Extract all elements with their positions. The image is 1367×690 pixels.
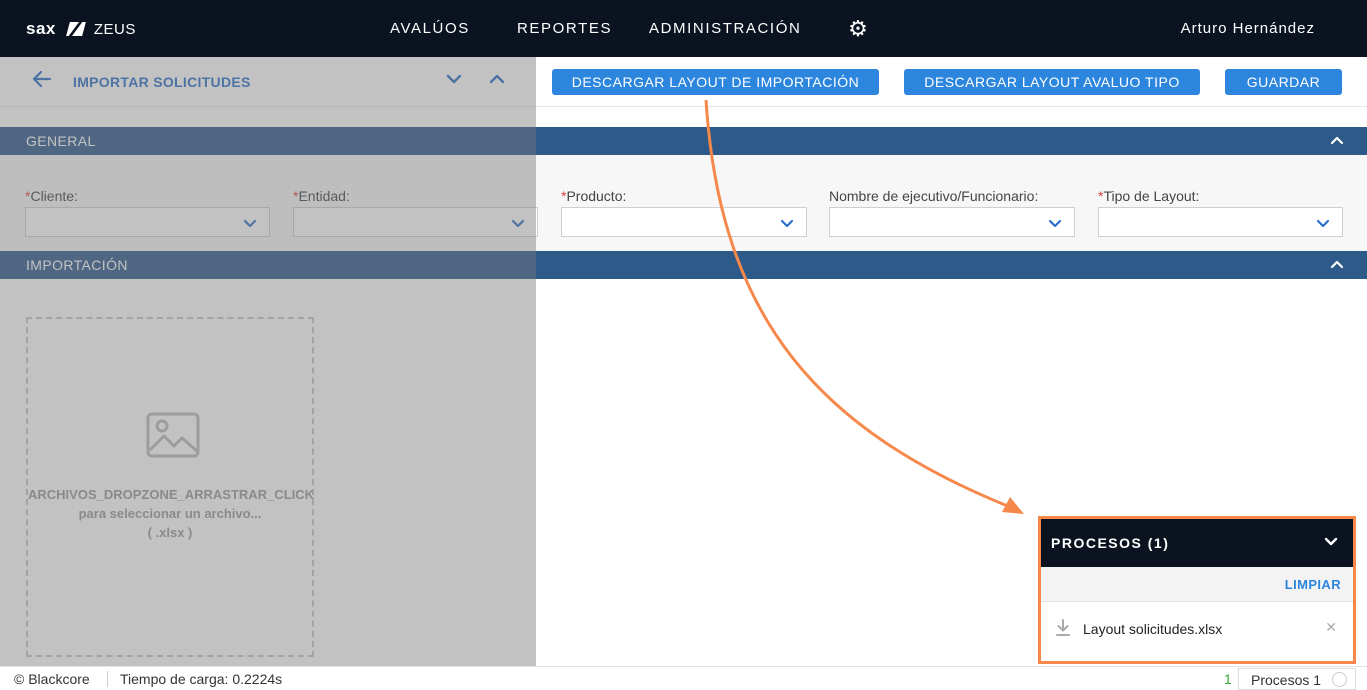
processes-status-indicator	[1332, 672, 1347, 687]
field-label-tipo-layout: *Tipo de Layout:	[1098, 188, 1200, 204]
process-list-item[interactable]: Layout solicitudes.xlsx ✕	[1041, 603, 1353, 661]
user-name[interactable]: Arturo Hernández	[1181, 20, 1315, 37]
nav-item-reportes[interactable]: REPORTES	[517, 20, 612, 37]
save-button[interactable]: GUARDAR	[1225, 69, 1342, 95]
footer-separator	[107, 671, 108, 687]
brand-sax-text: sax	[26, 19, 56, 38]
processes-tab-label: Procesos 1	[1251, 672, 1322, 688]
status-footer: © Blackcore Tiempo de carga: 0.2224s 1 P…	[0, 666, 1367, 690]
brand-product-name: ZEUS	[93, 20, 136, 38]
nav-item-avaluos[interactable]: AVALÚOS	[390, 20, 470, 37]
chevron-down-icon	[1316, 219, 1330, 228]
processes-panel-title: PROCESOS (1)	[1051, 535, 1170, 551]
clear-processes-button[interactable]: LIMPIAR	[1285, 577, 1341, 592]
field-label-ejecutivo: Nombre de ejecutivo/Funcionario:	[829, 188, 1039, 204]
download-appraisal-layout-button[interactable]: DESCARGAR LAYOUT AVALUO TIPO	[904, 69, 1200, 95]
footer-load-time: Tiempo de carga: 0.2224s	[120, 671, 283, 687]
chevron-up-icon[interactable]	[1329, 132, 1345, 148]
brand-mark-icon	[65, 22, 86, 36]
processes-panel: PROCESOS (1) LIMPIAR Layout solicitudes.…	[1038, 516, 1356, 664]
processes-panel-header[interactable]: PROCESOS (1)	[1041, 519, 1353, 567]
processes-tab[interactable]: Procesos 1	[1238, 668, 1356, 690]
chevron-down-icon	[780, 219, 794, 228]
left-dim-overlay	[0, 57, 536, 690]
chevron-down-icon[interactable]	[1323, 534, 1339, 550]
download-import-layout-button[interactable]: DESCARGAR LAYOUT DE IMPORTACIÓN	[552, 69, 879, 95]
processes-actions-bar: LIMPIAR	[1041, 567, 1353, 602]
producto-select[interactable]	[561, 207, 807, 237]
tipo-layout-select[interactable]	[1098, 207, 1343, 237]
top-navigation: sax ZEUS AVALÚOS REPORTES ADMINISTRACIÓN…	[0, 0, 1367, 57]
brand-logo[interactable]: sax ZEUS	[26, 19, 136, 39]
chevron-down-icon	[1048, 219, 1062, 228]
chevron-up-icon[interactable]	[1329, 256, 1345, 272]
footer-process-count: 1	[1224, 671, 1232, 687]
footer-copyright: © Blackcore	[14, 671, 90, 687]
close-icon[interactable]: ✕	[1325, 619, 1337, 636]
nav-item-administracion[interactable]: ADMINISTRACIÓN	[649, 20, 801, 37]
gear-icon[interactable]: ⚙	[847, 18, 869, 40]
download-icon[interactable]	[1055, 619, 1071, 637]
field-label-producto: *Producto:	[561, 188, 627, 204]
ejecutivo-select[interactable]	[829, 207, 1075, 237]
process-file-name: Layout solicitudes.xlsx	[1083, 621, 1223, 637]
